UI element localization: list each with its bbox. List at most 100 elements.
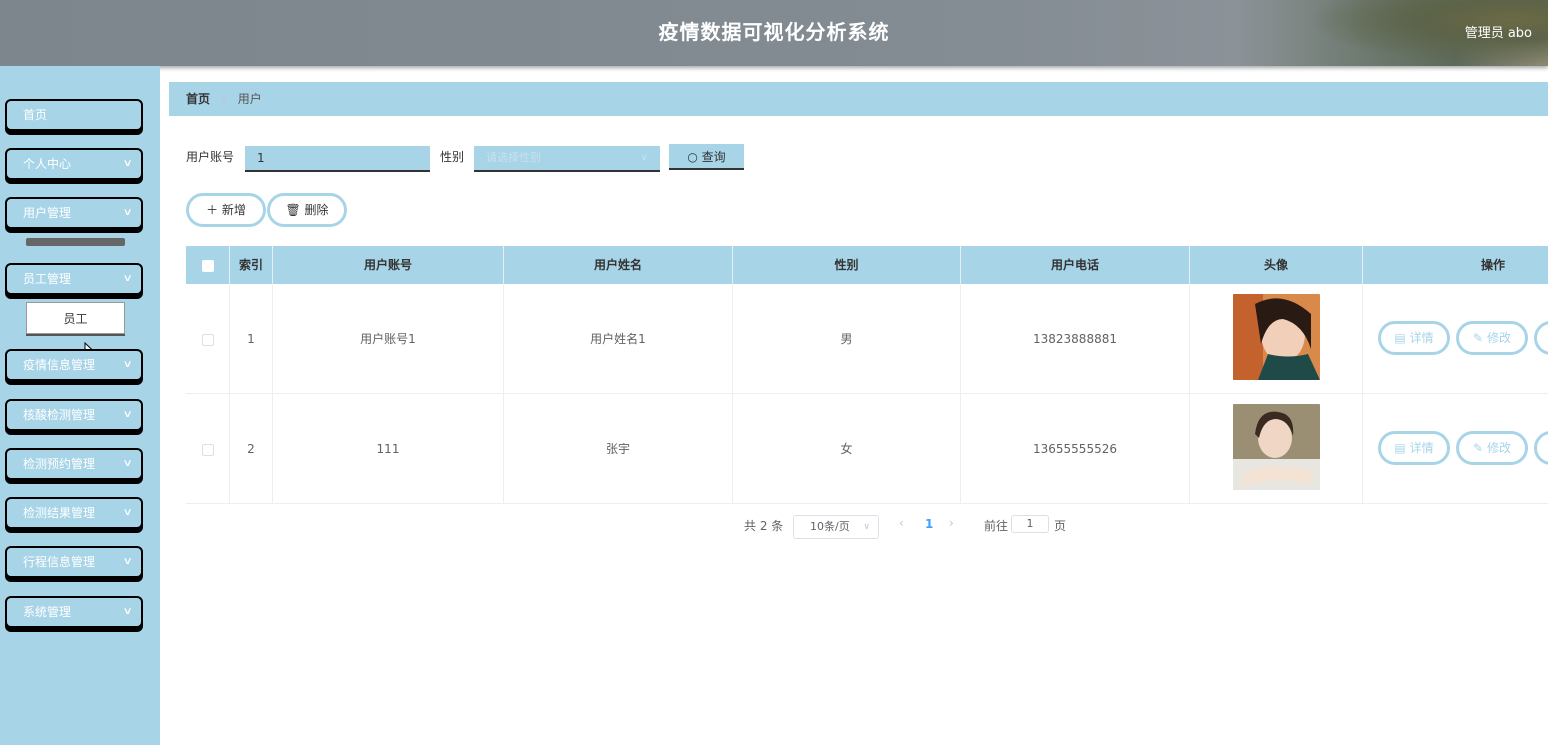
prev-page-icon[interactable]: ‹ [899,516,904,530]
cell-ops: ▤ 详情 ✎ 修改 [1363,394,1548,504]
page-suffix-label: 页 [1054,519,1067,533]
sidebar-item-label: 系统管理 [23,605,72,619]
account-search-input[interactable]: 1 [245,146,430,172]
delete-row-button[interactable] [1534,321,1548,355]
delete-button[interactable]: 🗑 删除 [267,193,347,227]
sidebar-item-nucleic-test[interactable]: 核酸检测管理 ∨ [5,399,143,431]
search-icon: ○ [687,150,698,164]
delete-row-button[interactable] [1534,431,1548,465]
sidebar-item-users[interactable]: 用户管理 ∨ [5,197,143,229]
table-row: 1 用户账号1 用户姓名1 男 13823888881 ▤ 详情 ✎ 修改 [186,284,1548,394]
trash-icon: 🗑 [285,203,301,217]
sidebar-item-label: 用户管理 [23,206,72,220]
gender-label: 性别 [440,150,465,164]
edit-button-label: 修改 [1486,441,1511,455]
row-checkbox[interactable] [201,443,214,456]
chevron-down-icon: ∨ [122,556,133,567]
document-icon: ▤ [1394,441,1406,455]
sidebar-item-label: 核酸检测管理 [23,408,96,422]
sidebar-item-staff[interactable]: 员工管理 ∨ [5,263,143,295]
cell-name: 张宇 [504,394,733,504]
detail-button[interactable]: ▤ 详情 [1378,431,1450,465]
cell-name: 用户姓名1 [504,284,733,394]
sidebar-item-label: 首页 [23,108,48,122]
sidebar-item-label: 检测结果管理 [23,506,96,520]
cell-avatar [1190,284,1363,394]
sidebar-item-label: 个人中心 [23,157,72,171]
detail-button[interactable]: ▤ 详情 [1378,321,1450,355]
detail-button-label: 详情 [1409,441,1434,455]
submenu-item-staff[interactable]: 员工 [26,302,125,334]
avatar-image[interactable] [1233,294,1320,380]
sidebar-item-label: 疫情信息管理 [23,358,96,372]
account-label: 用户账号 [186,150,235,164]
submenu-collapsed-bar [26,238,125,246]
header-gender: 性别 [733,246,961,284]
page-size-select[interactable]: 10条/页 ∨ [793,515,879,539]
goto-page-input[interactable]: 1 [1011,515,1049,533]
pencil-icon: ✎ [1473,331,1484,345]
gender-select-placeholder: 请选择性别 [486,151,541,164]
sidebar-item-home[interactable]: 首页 [5,99,143,131]
cell-gender: 男 [733,284,961,394]
select-all-checkbox[interactable] [201,259,214,272]
cell-account: 用户账号1 [273,284,504,394]
page-number-current[interactable]: 1 [925,517,933,531]
sidebar-item-label: 检测预约管理 [23,457,96,471]
sidebar-item-label: 行程信息管理 [23,555,96,569]
next-page-icon[interactable]: › [949,516,954,530]
avatar-image[interactable] [1233,404,1320,490]
sidebar-item-trip-info[interactable]: 行程信息管理 ∨ [5,546,143,578]
row-checkbox[interactable] [201,333,214,346]
table-header: 索引 用户账号 用户姓名 性别 用户电话 头像 操作 [186,246,1548,284]
plus-icon: ＋ [206,203,219,217]
query-button-label: 查询 [701,150,726,164]
chevron-down-icon: ∨ [122,273,133,284]
sidebar-item-profile[interactable]: 个人中心 ∨ [5,148,143,180]
header-phone: 用户电话 [961,246,1190,284]
detail-button-label: 详情 [1409,331,1434,345]
add-button-label: 新增 [221,203,246,217]
edit-button[interactable]: ✎ 修改 [1456,431,1528,465]
edit-button-label: 修改 [1486,331,1511,345]
header-account: 用户账号 [273,246,504,284]
table-row: 2 111 张宇 女 13655555526 ▤ 详情 ✎ 修改 [186,394,1548,504]
cell-index: 2 [230,394,273,504]
header-avatar: 头像 [1190,246,1363,284]
current-user[interactable]: 管理员 abo [1465,22,1532,41]
cell-index: 1 [230,284,273,394]
edit-button[interactable]: ✎ 修改 [1456,321,1528,355]
page-size-value: 10条/页 [810,520,850,533]
pencil-icon: ✎ [1473,441,1484,455]
sidebar-item-epidemic-info[interactable]: 疫情信息管理 ∨ [5,349,143,381]
cell-account: 111 [273,394,504,504]
chevron-down-icon: ∨ [122,409,133,420]
query-button[interactable]: ○ 查询 [669,144,744,170]
cell-avatar [1190,394,1363,504]
chevron-down-icon: ∨ [122,207,133,218]
add-button[interactable]: ＋ 新增 [186,193,266,227]
delete-button-label: 删除 [304,203,329,217]
gender-select[interactable]: 请选择性别 ∨ [474,146,660,172]
header-name: 用户姓名 [504,246,733,284]
header-index: 索引 [230,246,273,284]
sidebar-item-label: 员工管理 [23,272,72,286]
sidebar-item-test-booking[interactable]: 检测预约管理 ∨ [5,448,143,480]
chevron-down-icon: ∨ [863,522,870,532]
sidebar-item-system[interactable]: 系统管理 ∨ [5,596,143,628]
document-icon: ▤ [1394,331,1406,345]
sidebar: 首页 个人中心 ∨ 用户管理 ∨ 员工管理 ∨ 员工 疫情信息管理 ∨ 核酸检测… [0,66,160,745]
header-ops: 操作 [1480,258,1505,272]
breadcrumb-home[interactable]: 首页 [186,92,210,106]
chevron-down-icon: ∨ [640,152,648,163]
pagination-total: 共 2 条 [744,519,784,533]
cell-phone: 13823888881 [961,284,1190,394]
chevron-down-icon: ∨ [122,359,133,370]
cell-phone: 13655555526 [961,394,1190,504]
select-all-cell [186,246,230,284]
breadcrumb-current: 用户 [237,92,262,106]
chevron-down-icon: ∨ [122,507,133,518]
breadcrumb-separator: / [221,92,226,106]
sidebar-item-test-result[interactable]: 检测结果管理 ∨ [5,497,143,529]
chevron-down-icon: ∨ [122,158,133,169]
